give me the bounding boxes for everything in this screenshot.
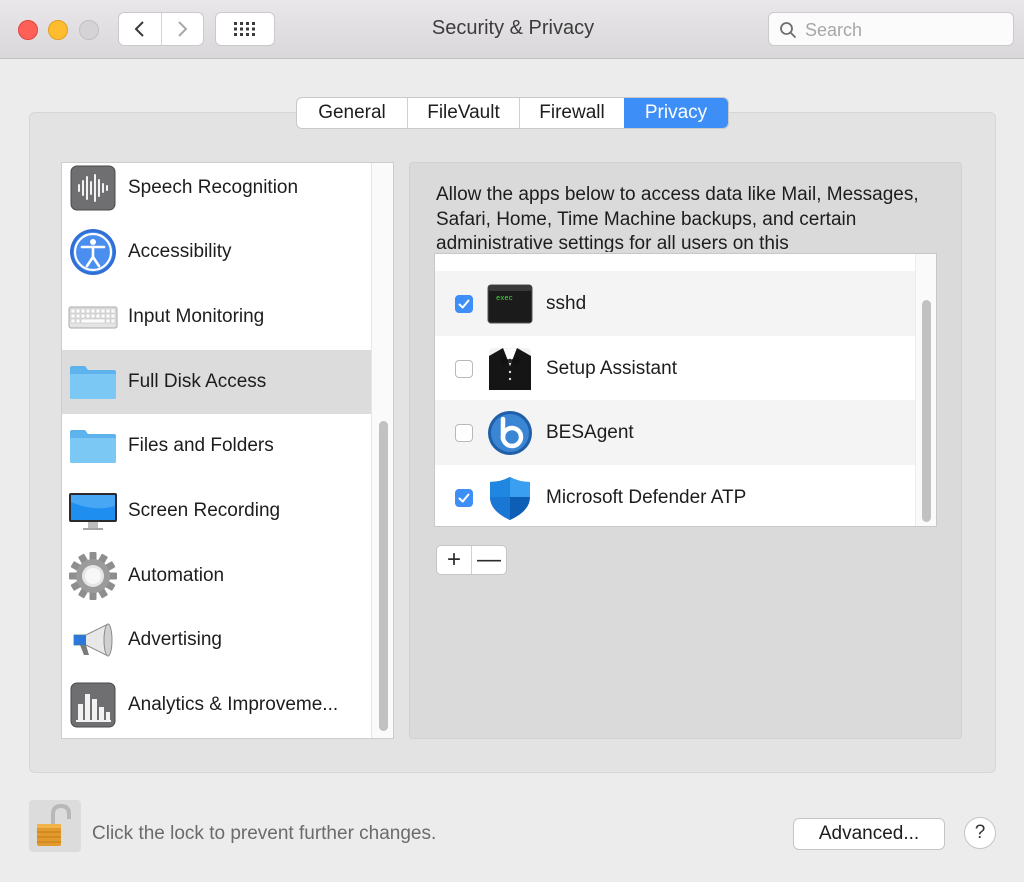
sidebar-item-advertising[interactable]: Advertising [62,608,372,672]
sidebar-item-label: Automation [128,565,225,586]
zoom-window-button[interactable] [79,20,99,40]
megaphone-icon [73,623,113,657]
terminal-text: exec [496,295,513,303]
add-remove-buttons: + — [436,545,507,575]
setup-assistant-icon [489,347,531,390]
app-checkbox-microsoft-defender-atp[interactable] [455,488,473,507]
tab-firewall[interactable]: Firewall [519,98,624,128]
app-row-microsoft-defender-atp[interactable]: Microsoft Defender ATP [435,465,915,526]
advanced-button[interactable]: Advanced... [793,818,945,850]
sidebar-item-full-disk-access[interactable]: Full Disk Access [62,350,372,414]
add-app-button[interactable]: + [437,546,471,574]
back-button[interactable] [119,13,161,45]
forward-button[interactable] [160,13,204,45]
minimize-window-button[interactable] [48,20,68,40]
window-title: Security & Privacy [431,17,595,39]
accessibility-icon [70,229,116,275]
unlocked-padlock-icon[interactable] [29,800,81,852]
category-list-scrollbar[interactable] [371,163,393,738]
lock-status-text: Click the lock to prevent further change… [92,823,437,844]
privacy-category-list[interactable]: Speech Recognition Accessibility Input M… [61,162,394,739]
app-checkbox-sshd[interactable] [455,294,473,313]
defender-shield-icon [490,476,530,520]
sidebar-item-label: Screen Recording [128,500,281,521]
list-item [435,254,915,271]
close-window-button[interactable] [18,20,38,40]
sidebar-item-label: Full Disk Access [128,371,267,392]
sidebar-item-automation[interactable]: Automation [62,544,372,608]
folder-icon [70,366,116,399]
search-icon [780,22,796,38]
sidebar-item-speech-recognition[interactable]: Speech Recognition [62,163,372,220]
sidebar-item-label: Files and Folders [128,435,274,456]
sidebar-item-label: Analytics & Improveme... [128,694,339,715]
display-icon [69,493,117,530]
app-list-scroll-thumb[interactable] [922,300,931,522]
tab-filevault[interactable]: FileVault [407,98,519,128]
category-list-scroll-thumb[interactable] [379,421,388,731]
full-disk-access-panel: Allow the apps below to access data like… [409,162,962,739]
bar-chart-icon [70,682,116,728]
app-list-scrollbar[interactable] [915,254,936,526]
terminal-exec-icon: exec [487,284,533,323]
app-label: sshd [546,292,587,314]
remove-app-button[interactable]: — [471,546,506,574]
keyboard-icon [68,306,118,329]
navigation-buttons [118,12,204,46]
tab-general[interactable]: General [297,98,407,128]
chevron-right-icon [178,21,188,37]
show-all-button[interactable] [215,12,275,46]
app-row-setup-assistant[interactable]: Setup Assistant [435,336,915,401]
app-row-sshd[interactable]: exec sshd [435,271,915,336]
window-titlebar: Security & Privacy [0,0,1024,59]
speech-waveform-icon [70,165,116,211]
sidebar-item-analytics[interactable]: Analytics & Improveme... [62,673,372,737]
help-button[interactable]: ? [964,817,996,849]
app-label: Microsoft Defender ATP [546,486,747,508]
full-disk-access-description: Allow the apps below to access data like… [436,184,919,252]
search-field[interactable] [768,12,1014,46]
checkmark-icon [458,493,470,502]
sidebar-item-label: Accessibility [128,241,232,262]
sidebar-item-label: Advertising [128,629,222,650]
app-list[interactable]: exec sshd Setup Assistant BESAgent Micro… [434,253,937,527]
app-checkbox-besagent[interactable] [455,423,473,442]
sidebar-item-accessibility[interactable]: Accessibility [62,220,372,284]
sidebar-item-label: Input Monitoring [128,306,265,327]
sidebar-item-files-and-folders[interactable]: Files and Folders [62,414,372,478]
grid-icon [234,22,255,36]
tab-bar: General FileVault Firewall Privacy [296,97,729,129]
folder-icon [70,430,116,463]
app-checkbox-setup-assistant[interactable] [455,359,473,378]
tab-privacy[interactable]: Privacy [624,98,728,128]
gear-icon [69,552,117,600]
chevron-left-icon [134,21,144,37]
sidebar-item-screen-recording[interactable]: Screen Recording [62,479,372,543]
search-input[interactable] [803,16,1007,44]
app-label: BESAgent [546,421,634,443]
besagent-icon [488,410,532,455]
app-row-besagent[interactable]: BESAgent [435,400,915,465]
app-label: Setup Assistant [546,357,677,379]
sidebar-item-label: Speech Recognition [128,177,299,198]
sidebar-item-input-monitoring[interactable]: Input Monitoring [62,285,372,349]
checkmark-icon [458,299,470,308]
